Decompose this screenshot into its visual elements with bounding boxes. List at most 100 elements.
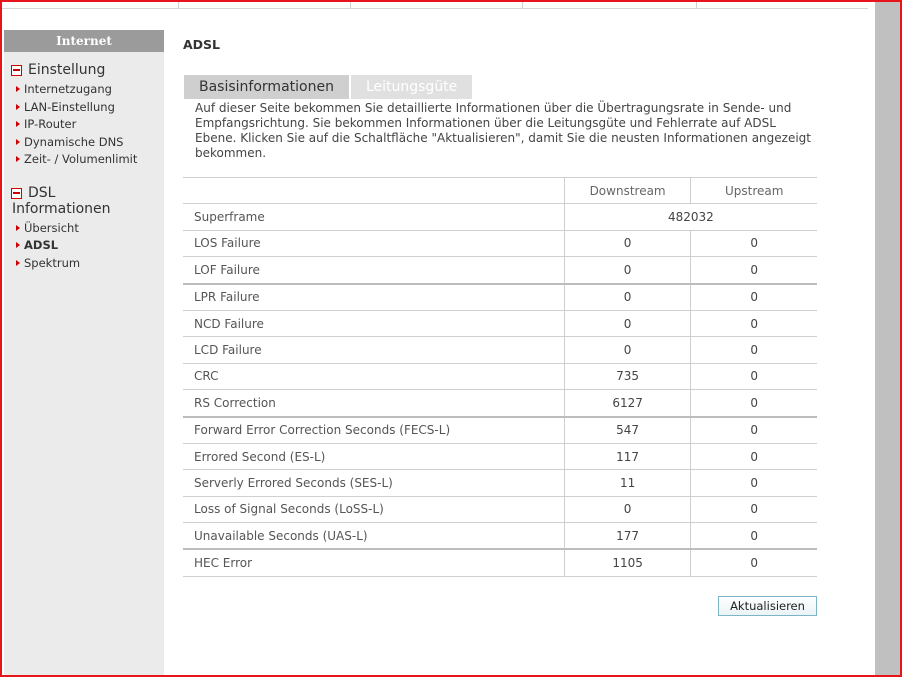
table-row: Loss of Signal Seconds (LoSS-L) 0 0 bbox=[183, 496, 817, 524]
table-row: CRC 735 0 bbox=[183, 363, 817, 391]
row-label: LOF Failure bbox=[183, 256, 565, 285]
downstream-value: 0 bbox=[563, 230, 691, 258]
downstream-value: 0 bbox=[563, 336, 691, 364]
table-row-superframe: Superframe 482032 bbox=[183, 203, 817, 231]
sidebar-item-spektrum[interactable]: Spektrum bbox=[10, 255, 164, 273]
table-row: Serverly Errored Seconds (SES-L) 11 0 bbox=[183, 469, 817, 497]
nav-item-label: ADSL bbox=[24, 238, 59, 252]
sidebar-item-zeit-volumenlimit[interactable]: Zeit- / Volumenlimit bbox=[10, 151, 164, 169]
arrow-right-icon bbox=[16, 242, 20, 248]
upstream-value: 0 bbox=[690, 336, 817, 364]
downstream-value: 6127 bbox=[563, 389, 691, 418]
nav-item-label: Dynamische DNS bbox=[24, 134, 124, 149]
upstream-value: 0 bbox=[690, 310, 817, 338]
group-title-text: Einstellung bbox=[28, 62, 106, 78]
nav-item-label: LAN-Einstellung bbox=[24, 99, 115, 114]
arrow-right-icon bbox=[16, 156, 20, 162]
nav-item-label: Spektrum bbox=[24, 255, 81, 270]
upstream-value: 0 bbox=[690, 522, 817, 551]
nav-list: Internetzugang LAN-Einstellung IP-Router… bbox=[10, 81, 164, 169]
arrow-right-icon bbox=[16, 138, 20, 145]
row-label: Superframe bbox=[183, 203, 565, 231]
upstream-value: 0 bbox=[690, 443, 817, 471]
group-title-text: DSL Informationen bbox=[12, 184, 111, 217]
table-row: Errored Second (ES-L) 117 0 bbox=[183, 443, 817, 471]
sidebar-group-einstellung: Einstellung Internetzugang LAN-Einstellu… bbox=[4, 62, 164, 169]
sidebar-item-internetzugang[interactable]: Internetzugang bbox=[10, 81, 164, 99]
downstream-value: 0 bbox=[563, 256, 691, 285]
nav-item-label: Zeit- / Volumenlimit bbox=[24, 152, 138, 166]
sidebar-item-adsl[interactable]: ADSL bbox=[10, 237, 164, 255]
upstream-value: 0 bbox=[690, 283, 817, 311]
row-label: Unavailable Seconds (UAS-L) bbox=[183, 522, 565, 551]
table-header-empty bbox=[183, 176, 565, 205]
row-label: Serverly Errored Seconds (SES-L) bbox=[183, 469, 565, 497]
row-label: LCD Failure bbox=[183, 336, 565, 364]
downstream-value: 0 bbox=[563, 310, 691, 338]
table-row: LCD Failure 0 0 bbox=[183, 336, 817, 364]
nav-list: Übersicht ADSL Spektrum bbox=[10, 220, 164, 273]
column-header-upstream: Upstream bbox=[690, 176, 817, 205]
refresh-button[interactable]: Aktualisieren bbox=[718, 596, 817, 616]
upstream-value: 0 bbox=[690, 230, 817, 258]
right-gutter bbox=[875, 2, 900, 675]
upstream-value: 0 bbox=[690, 416, 817, 444]
collapse-icon[interactable] bbox=[11, 187, 22, 199]
sidebar-item-lan-einstellung[interactable]: LAN-Einstellung bbox=[10, 99, 164, 117]
group-title-line: DSL bbox=[28, 184, 56, 201]
upstream-value: 0 bbox=[690, 496, 817, 524]
table-row: NCD Failure 0 0 bbox=[183, 310, 817, 338]
table-row: Forward Error Correction Seconds (FECS-L… bbox=[183, 416, 817, 444]
adsl-stats-table: Downstream Upstream Superframe 482032 LO… bbox=[183, 176, 817, 577]
row-label: RS Correction bbox=[183, 389, 565, 418]
downstream-value: 0 bbox=[563, 283, 691, 311]
row-label: LPR Failure bbox=[183, 283, 565, 311]
sidebar-group-title[interactable]: Einstellung bbox=[10, 62, 164, 78]
table-header-row: Downstream Upstream bbox=[183, 176, 817, 205]
tab-leitungsguete[interactable]: Leitungsgüte bbox=[350, 75, 473, 99]
upstream-value: 0 bbox=[690, 469, 817, 497]
sidebar-header: Internet bbox=[4, 30, 164, 52]
table-row: Unavailable Seconds (UAS-L) 177 0 bbox=[183, 522, 817, 551]
table-row: RS Correction 6127 0 bbox=[183, 389, 817, 418]
collapse-icon[interactable] bbox=[11, 65, 22, 76]
row-label: HEC Error bbox=[183, 549, 565, 577]
arrow-right-icon bbox=[16, 121, 20, 127]
nav-item-label: Internetzugang bbox=[24, 82, 112, 96]
nav-item-label: Übersicht bbox=[24, 220, 79, 235]
page-title: ADSL bbox=[183, 37, 221, 52]
main-content: ADSL Basisinformationen Leitungsgüte Auf… bbox=[183, 30, 823, 616]
sidebar-item-ip-router[interactable]: IP-Router bbox=[10, 116, 164, 134]
downstream-value: 177 bbox=[563, 522, 691, 551]
page-description: Auf dieser Seite bekommen Sie detaillier… bbox=[195, 101, 811, 160]
table-row: LPR Failure 0 0 bbox=[183, 283, 817, 311]
sidebar-item-uebersicht[interactable]: Übersicht bbox=[10, 220, 164, 238]
nav-item-label: IP-Router bbox=[24, 117, 77, 131]
top-nav-divider bbox=[178, 2, 179, 8]
tab-bar: Basisinformationen Leitungsgüte bbox=[184, 75, 474, 99]
arrow-right-icon bbox=[16, 103, 20, 110]
top-nav-divider bbox=[522, 2, 523, 8]
sidebar-item-dynamische-dns[interactable]: Dynamische DNS bbox=[10, 134, 164, 152]
downstream-value: 117 bbox=[563, 443, 691, 471]
row-label: CRC bbox=[183, 363, 565, 391]
arrow-right-icon bbox=[16, 86, 20, 92]
upstream-value: 0 bbox=[690, 256, 817, 285]
sidebar-group-title[interactable]: DSL Informationen bbox=[10, 185, 164, 217]
top-navigation-strip bbox=[2, 2, 870, 9]
arrow-right-icon bbox=[16, 224, 20, 231]
downstream-value: 1105 bbox=[563, 549, 691, 577]
downstream-value: 547 bbox=[563, 416, 691, 444]
upstream-value: 0 bbox=[690, 549, 817, 577]
row-label: Loss of Signal Seconds (LoSS-L) bbox=[183, 496, 565, 524]
upstream-value: 0 bbox=[690, 363, 817, 391]
column-header-downstream: Downstream bbox=[563, 176, 691, 205]
downstream-value: 735 bbox=[563, 363, 691, 391]
top-nav-divider bbox=[350, 2, 351, 8]
downstream-value: 0 bbox=[563, 496, 691, 524]
tab-basisinformationen[interactable]: Basisinformationen bbox=[184, 75, 349, 99]
sidebar: Internet Einstellung Internetzugang LAN-… bbox=[4, 30, 164, 675]
downstream-value: 11 bbox=[563, 469, 691, 497]
superframe-value: 482032 bbox=[563, 203, 817, 231]
table-row: LOS Failure 0 0 bbox=[183, 230, 817, 258]
